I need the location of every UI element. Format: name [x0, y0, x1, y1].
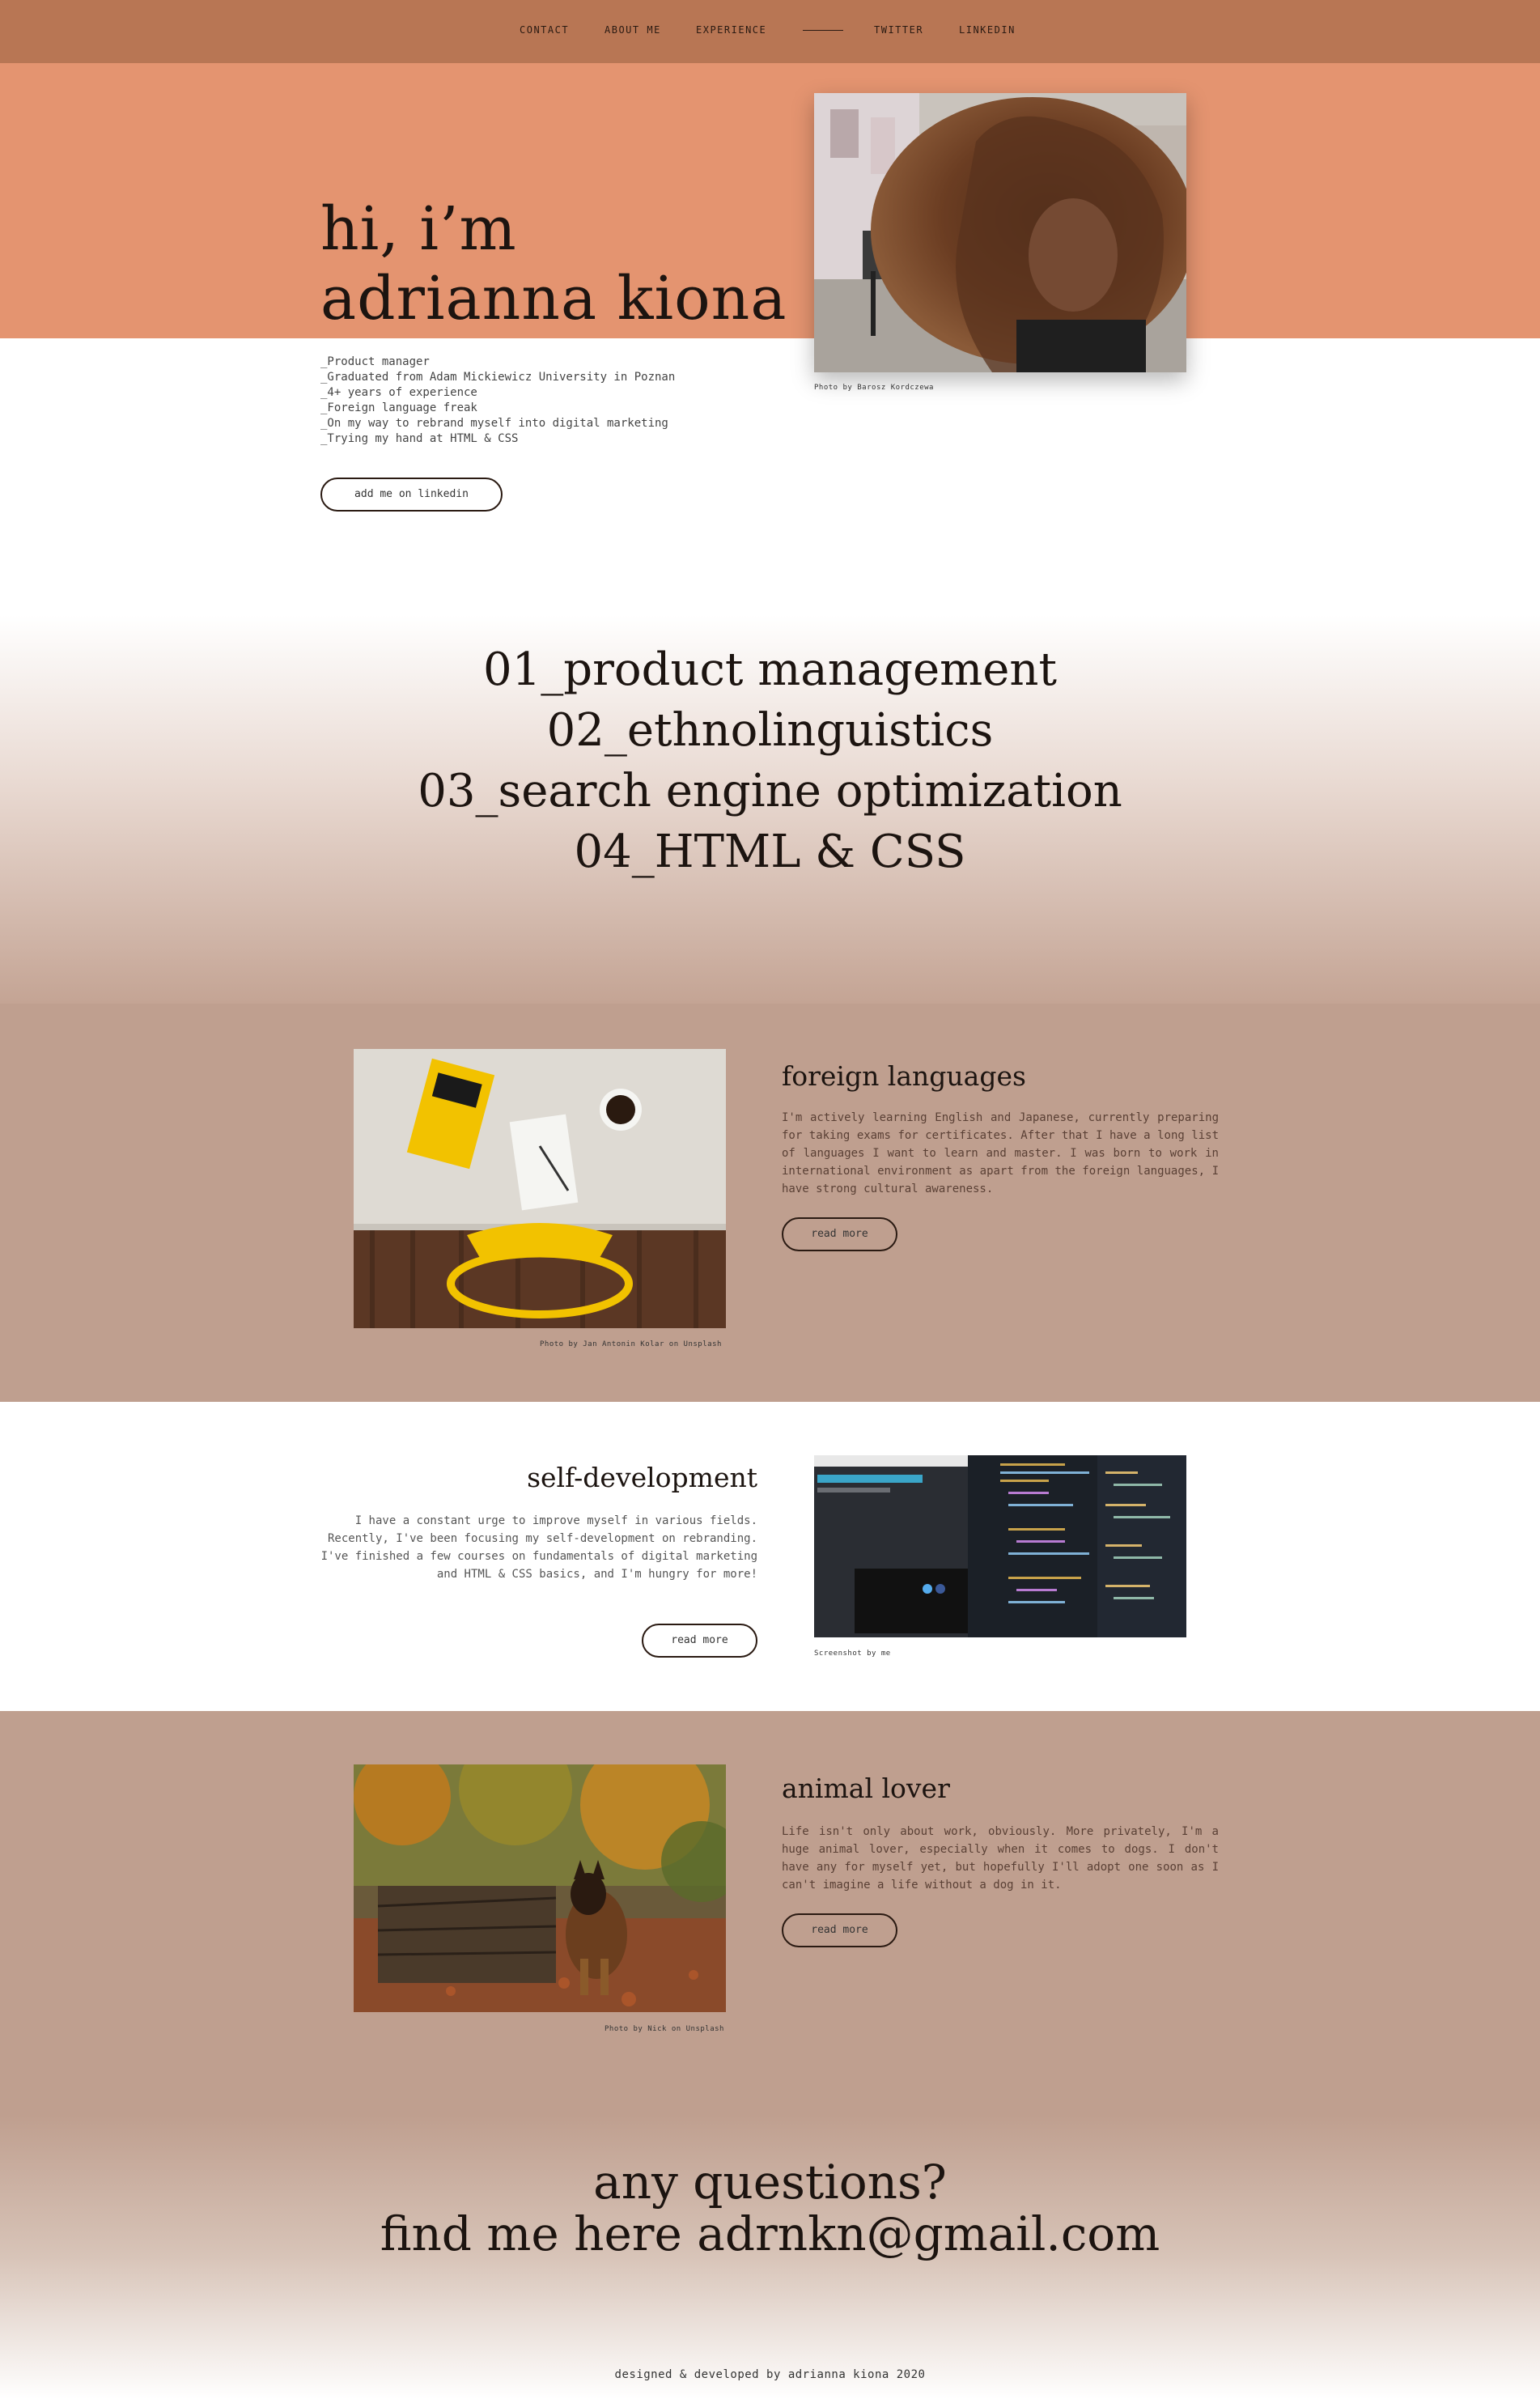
animal-photo [354, 1764, 726, 2012]
languages-image [354, 1049, 726, 1328]
nav-divider [803, 30, 843, 31]
selfdev-section: self-development I have a constant urge … [0, 1402, 1540, 1711]
nav-experience-link[interactable]: EXPERIENCE [696, 24, 766, 36]
skills-section: 01_product management 02_ethnolinguistic… [0, 615, 1540, 1004]
hero-title-line1: hi, i’m [320, 194, 517, 264]
selfdev-text: I have a constant urge to improve myself… [320, 1514, 757, 1581]
nav-twitter-link[interactable]: TWITTER [874, 24, 923, 36]
animal-heading: animal lover [782, 1773, 950, 1804]
selfdev-read-more-button[interactable]: read more [642, 1624, 757, 1658]
skill-item: 01_product management [483, 643, 1057, 696]
selfdev-photo-credit: Screenshot by me [814, 1650, 891, 1658]
add-linkedin-button[interactable]: add me on linkedin [320, 478, 503, 512]
skill-item: 02_ethnolinguistics [546, 704, 994, 757]
contact-question: any questions? [593, 2155, 947, 2210]
animal-text: Life isn't only about work, obviously. M… [782, 1825, 1219, 1892]
hero-title: hi, i’m adrianna kiona [320, 194, 787, 333]
animal-photo-credit: Photo by Nick on Unsplash [605, 2025, 724, 2033]
contact-text: any questions? find me here adrnkn@gmail… [0, 2156, 1540, 2260]
languages-photo [354, 1049, 726, 1328]
bio-item: _Product manager [320, 355, 430, 368]
portrait-image [814, 93, 1186, 372]
languages-section: Photo by Jan Antonin Kolar on Unsplash f… [0, 1004, 1540, 1402]
bio-item: _Graduated from Adam Mickiewicz Universi… [320, 371, 676, 384]
nav-linkedin-link[interactable]: LINKEDIN [959, 24, 1016, 36]
contact-section: any questions? find me here adrnkn@gmail… [0, 2116, 1540, 2399]
bio-item: _Foreign language freak [320, 401, 477, 414]
skills-list: 01_product management 02_ethnolinguistic… [0, 639, 1540, 882]
dog-image [354, 1764, 726, 2012]
footer-credit: designed & developed by adrianna kiona 2… [614, 2368, 926, 2381]
animal-section: Photo by Nick on Unsplash animal lover L… [0, 1711, 1540, 2116]
nav-contact-link[interactable]: CONTACT [520, 24, 569, 36]
portrait-photo [814, 93, 1186, 372]
animal-read-more-button[interactable]: read more [782, 1913, 897, 1947]
skill-item: 04_HTML & CSS [574, 826, 966, 878]
contact-email[interactable]: find me here adrnkn@gmail.com [0, 2208, 1540, 2260]
nav-about-me-link[interactable]: ABOUT ME [605, 24, 661, 36]
languages-read-more-button[interactable]: read more [782, 1217, 897, 1251]
bio-list: _Product manager _Graduated from Adam Mi… [320, 355, 675, 447]
bio-item: _Trying my hand at HTML & CSS [320, 432, 519, 445]
bio-item: _4+ years of experience [320, 386, 477, 399]
selfdev-screenshot [814, 1455, 1186, 1637]
top-nav: CONTACT ABOUT ME EXPERIENCE TWITTER LINK… [0, 0, 1540, 63]
languages-text: I'm actively learning English and Japane… [782, 1111, 1219, 1195]
selfdev-heading: self-development [527, 1462, 757, 1493]
languages-heading: foreign languages [782, 1060, 1026, 1092]
languages-photo-credit: Photo by Jan Antonin Kolar on Unsplash [540, 1340, 722, 1348]
hero-photo-credit: Photo by Barosz Kordczewa [814, 384, 934, 392]
hero-title-line2: adrianna kiona [320, 264, 787, 333]
skill-item: 03_search engine optimization [418, 765, 1122, 817]
bio-item: _On my way to rebrand myself into digita… [320, 417, 668, 430]
code-editor-image [814, 1455, 1186, 1637]
